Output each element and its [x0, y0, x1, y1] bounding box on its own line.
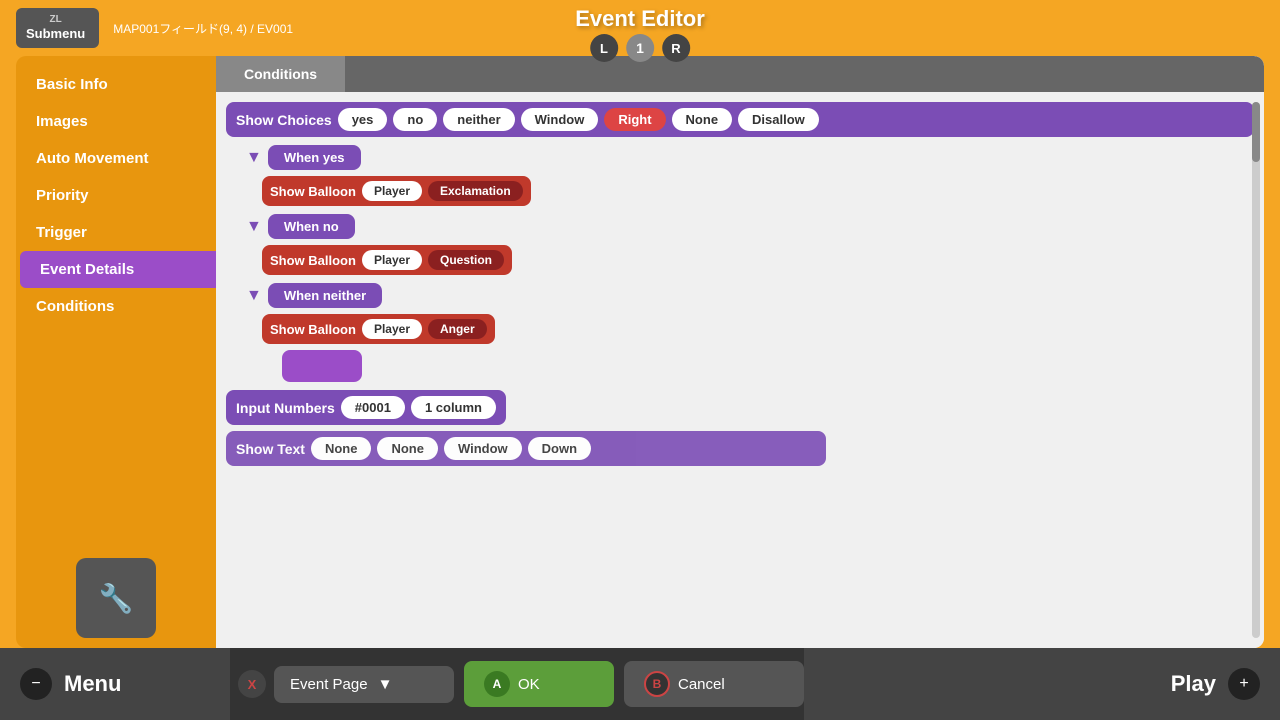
when-yes-action: Show Balloon Player Exclamation — [262, 176, 531, 206]
show-text-opt2[interactable]: None — [377, 437, 438, 460]
collapse-arrow-yes[interactable]: ▼ — [246, 149, 262, 167]
input-numbers-id[interactable]: #0001 — [341, 396, 405, 419]
sidebar-item-auto-movement[interactable]: Auto Movement — [16, 140, 216, 177]
ok-button[interactable]: A OK — [464, 661, 614, 707]
choice-right[interactable]: Right — [604, 108, 665, 131]
tab-conditions[interactable]: Conditions — [216, 56, 345, 92]
content-tabs: Conditions — [216, 56, 1264, 92]
ok-label: OK — [518, 676, 540, 693]
chevron-down-icon: ▼ — [378, 676, 393, 693]
show-balloon-label-no: Show Balloon — [270, 253, 356, 268]
when-yes-block: ▼ When yes Show Balloon Player Exclamati… — [246, 145, 1254, 206]
content-area: Conditions Show Choices yes no neither W… — [216, 56, 1264, 648]
title-area: Event Editor L 1 R — [575, 6, 705, 62]
choice-no[interactable]: no — [393, 108, 437, 131]
page-title: Event Editor — [575, 6, 705, 32]
cancel-button[interactable]: B Cancel — [624, 661, 804, 707]
when-no-block: ▼ When no Show Balloon Player Question — [246, 214, 1254, 275]
event-page-dropdown[interactable]: Event Page ▼ — [274, 666, 454, 703]
when-neither-action: Show Balloon Player Anger — [262, 314, 495, 344]
balloon-type-no[interactable]: Question — [428, 250, 504, 270]
input-numbers-columns[interactable]: 1 column — [411, 396, 496, 419]
input-numbers-label: Input Numbers — [236, 400, 335, 416]
add-placeholder-neither — [282, 350, 362, 382]
show-balloon-label-yes: Show Balloon — [270, 184, 356, 199]
when-neither-label: When neither — [268, 283, 382, 308]
bottom-bar: − Menu X Event Page ▼ A OK B Cancel Play… — [0, 648, 1280, 720]
sidebar-item-basic-info[interactable]: Basic Info — [16, 66, 216, 103]
when-no-header: ▼ When no — [246, 214, 1254, 239]
zl-label: ZL — [50, 14, 62, 26]
collapse-arrow-neither[interactable]: ▼ — [246, 287, 262, 305]
a-button-icon: A — [484, 671, 510, 697]
show-text-label: Show Text — [236, 441, 305, 457]
main-layout: Basic Info Images Auto Movement Priority… — [16, 56, 1264, 648]
play-label: Play — [1171, 671, 1216, 697]
sidebar-item-conditions[interactable]: Conditions — [16, 288, 216, 325]
top-bar: ZL Submenu MAP001フィールド(9, 4) / EV001 Eve… — [0, 0, 1280, 56]
sidebar-item-priority[interactable]: Priority — [16, 177, 216, 214]
show-text-opt1[interactable]: None — [311, 437, 372, 460]
sidebar-item-images[interactable]: Images — [16, 103, 216, 140]
balloon-target-neither[interactable]: Player — [362, 319, 422, 339]
menu-minus-icon: − — [20, 668, 52, 700]
menu-label: Menu — [64, 671, 121, 697]
sidebar-item-event-details[interactable]: Event Details — [20, 251, 216, 288]
when-no-action: Show Balloon Player Question — [262, 245, 512, 275]
scrollbar[interactable] — [1252, 102, 1260, 638]
play-plus-icon: + — [1228, 668, 1260, 700]
choice-window[interactable]: Window — [521, 108, 599, 131]
page-nav: L 1 R — [590, 34, 690, 62]
b-button-icon: B — [644, 671, 670, 697]
when-yes-label: When yes — [268, 145, 361, 170]
sidebar-item-trigger[interactable]: Trigger — [16, 214, 216, 251]
balloon-type-yes[interactable]: Exclamation — [428, 181, 523, 201]
event-content: Show Choices yes no neither Window Right… — [216, 92, 1264, 648]
page-left-button[interactable]: L — [590, 34, 618, 62]
event-page-label: Event Page — [290, 676, 368, 693]
when-neither-header: ▼ When neither — [246, 283, 1254, 308]
sidebar: Basic Info Images Auto Movement Priority… — [16, 56, 216, 648]
page-number: 1 — [626, 34, 654, 62]
breadcrumb: MAP001フィールド(9, 4) / EV001 — [113, 20, 293, 37]
input-numbers-row: Input Numbers #0001 1 column — [226, 390, 506, 425]
add-icon: 🔧 — [99, 582, 134, 615]
balloon-type-neither[interactable]: Anger — [428, 319, 487, 339]
cancel-label: Cancel — [678, 676, 725, 693]
x-button-icon: X — [238, 670, 266, 698]
show-text-row: Show Text None None Window Down — [226, 431, 826, 466]
play-button[interactable]: Play + — [804, 648, 1280, 720]
menu-button[interactable]: − Menu — [0, 648, 230, 720]
choice-yes[interactable]: yes — [338, 108, 388, 131]
collapse-arrow-no[interactable]: ▼ — [246, 218, 262, 236]
show-text-opt4[interactable]: Down — [528, 437, 591, 460]
when-neither-block: ▼ When neither Show Balloon Player Anger — [246, 283, 1254, 382]
when-yes-header: ▼ When yes — [246, 145, 1254, 170]
balloon-target-no[interactable]: Player — [362, 250, 422, 270]
show-balloon-label-neither: Show Balloon — [270, 322, 356, 337]
choice-neither[interactable]: neither — [443, 108, 514, 131]
choice-disallow[interactable]: Disallow — [738, 108, 819, 131]
submenu-button[interactable]: ZL Submenu — [16, 8, 99, 48]
scroll-thumb — [1252, 102, 1260, 162]
show-choices-row: Show Choices yes no neither Window Right… — [226, 102, 1254, 137]
submenu-label: Submenu — [26, 26, 85, 42]
page-right-button[interactable]: R — [662, 34, 690, 62]
when-no-label: When no — [268, 214, 355, 239]
show-text-opt3[interactable]: Window — [444, 437, 522, 460]
balloon-target-yes[interactable]: Player — [362, 181, 422, 201]
choice-none[interactable]: None — [672, 108, 733, 131]
show-choices-label: Show Choices — [236, 112, 332, 128]
add-item-button[interactable]: 🔧 — [76, 558, 156, 638]
